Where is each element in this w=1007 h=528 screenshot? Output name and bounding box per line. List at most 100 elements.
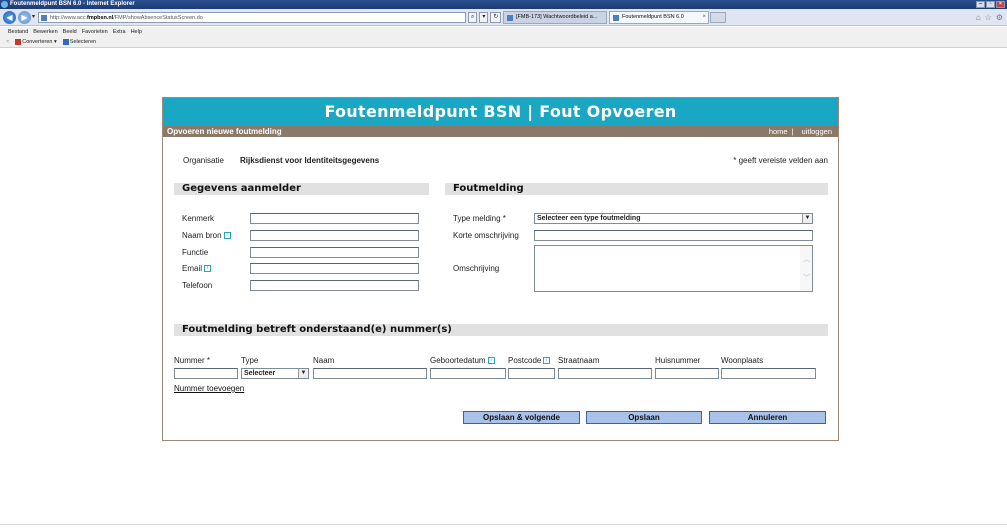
home-link[interactable]: home (769, 127, 788, 136)
address-path: /FMP/showAbsenceStatusScreen.do (113, 15, 203, 21)
command-bar: × Converteren ▾ Selecteren (0, 37, 1007, 48)
tab-favicon-icon (613, 15, 619, 21)
functie-input[interactable] (250, 247, 419, 258)
back-button[interactable]: ◀ (3, 11, 16, 24)
browser-right-icons: ⌂ ☆ ⚙ (976, 13, 1003, 22)
type-select[interactable]: Selecteer ▼ (241, 368, 309, 379)
save-button[interactable]: Opslaan (586, 411, 702, 424)
textarea-scrollbar[interactable]: ︿ ﹀ (800, 246, 812, 291)
info-icon[interactable]: i (543, 357, 551, 365)
status-divider (0, 524, 1007, 525)
add-number-link[interactable]: Nummer toevoegen (174, 384, 244, 393)
ie-icon (1, 1, 8, 8)
menu-extra[interactable]: Extra (113, 27, 126, 37)
col-huisnummer: Huisnummer (655, 356, 701, 365)
korte-omschrijving-label: Korte omschrijving (453, 231, 519, 240)
type-melding-select[interactable]: Selecteer een type foutmelding ▼ (534, 213, 813, 224)
select-button[interactable]: Selecteren (62, 37, 97, 47)
window-controls: – ▫ × (976, 1, 1005, 8)
logout-link[interactable]: uitloggen (802, 127, 832, 136)
postcode-input[interactable] (508, 368, 555, 379)
korte-omschrijving-input[interactable] (534, 230, 813, 241)
section-heading-nummers: Foutmelding betreft onderstaand(e) numme… (174, 324, 828, 336)
header-links: home | uitloggen (765, 126, 832, 137)
close-window-button[interactable]: × (996, 1, 1005, 8)
settings-gear-icon[interactable]: ⚙ (996, 13, 1003, 22)
info-icon[interactable]: i (204, 265, 212, 273)
new-tab-button[interactable] (710, 12, 726, 23)
col-woonplaats: Woonplaats (721, 356, 764, 365)
col-straatnaam: Straatnaam (558, 356, 600, 365)
window-titlebar: Foutenmeldpunt BSN 6.0 - Internet Explor… (0, 0, 1007, 9)
favorites-icon[interactable]: ☆ (985, 13, 992, 22)
chevron-down-icon: ▼ (802, 214, 812, 223)
kenmerk-label: Kenmerk (182, 214, 215, 223)
page-title: Foutenmeldpunt BSN | Fout Opvoeren (163, 98, 838, 126)
menu-bestand[interactable]: Bestand (8, 27, 28, 37)
address-prefix: http://www.acc. (50, 15, 87, 21)
scroll-down-icon[interactable]: ﹀ (803, 273, 810, 283)
menu-beeld[interactable]: Beeld (63, 27, 77, 37)
tab-label: [FMB-173] Wachtwoordbeleid a... (516, 14, 598, 20)
sub-header: Opvoeren nieuwe foutmelding home | uitlogg… (163, 126, 838, 137)
woonplaats-input[interactable] (721, 368, 816, 379)
straatnaam-input[interactable] (558, 368, 652, 379)
tab-favicon-icon (507, 15, 513, 21)
naam-bron-input[interactable] (250, 230, 419, 241)
col-postcode: Postcode i (508, 356, 551, 365)
convert-label: Converteren (22, 39, 53, 45)
save-next-button[interactable]: Opslaan & volgende (463, 411, 580, 424)
omschrijving-textarea[interactable]: ︿ ﹀ (534, 245, 813, 292)
tab-label: Foutenmeldpunt BSN 6.0 (622, 14, 684, 20)
browser-address-row: ◀ ▶ ▾ http://www.acc.fmpbsn.nl/FMP/showA… (0, 9, 1007, 26)
required-note: * geeft vereiste velden aan (733, 156, 828, 165)
geboortedatum-input[interactable] (430, 368, 506, 379)
kenmerk-input[interactable] (250, 213, 419, 224)
nav-dropdown-icon[interactable]: ▾ (32, 13, 35, 20)
section-heading-foutmelding: Foutmelding (445, 183, 828, 195)
address-bar[interactable]: http://www.acc.fmpbsn.nl/FMP/showAbsence… (38, 12, 466, 23)
refresh-icon[interactable]: ↻ (490, 12, 502, 23)
maximize-button[interactable]: ▫ (986, 1, 995, 8)
tab-foutenmeldpunt[interactable]: Foutenmeldpunt BSN 6.0 × (609, 11, 709, 24)
address-search-icon[interactable]: ⌕ (468, 12, 478, 23)
col-nummer: Nummer * (174, 356, 211, 365)
col-type: Type (241, 356, 259, 365)
organisation-label: Organisatie (183, 156, 224, 165)
menu-bar: Bestand Bewerken Beeld Favorieten Extra … (0, 27, 1007, 37)
tab-close-icon[interactable]: × (702, 12, 706, 23)
naam-input[interactable] (313, 368, 427, 379)
info-icon[interactable]: i (223, 232, 231, 240)
naam-bron-label: Naam bron i (182, 231, 231, 240)
menu-help[interactable]: Help (131, 27, 142, 37)
cancel-button[interactable]: Annuleren (709, 411, 826, 424)
organisation-value: Rijksdienst voor Identiteitsgegevens (240, 156, 380, 165)
home-icon[interactable]: ⌂ (976, 13, 981, 22)
info-icon[interactable]: i (487, 357, 495, 365)
functie-label: Functie (182, 248, 209, 257)
site-favicon-icon (41, 15, 47, 21)
menu-favorieten[interactable]: Favorieten (82, 27, 108, 37)
convert-button[interactable]: Converteren ▾ (15, 37, 57, 47)
address-domain: fmpbsn.nl (87, 15, 114, 21)
close-toolbar-icon[interactable]: × (6, 37, 9, 47)
omschrijving-label: Omschrijving (453, 264, 500, 273)
minimize-button[interactable]: – (976, 1, 985, 8)
naam-bron-label-text: Naam bron (182, 231, 222, 240)
tab-fmb-173[interactable]: [FMB-173] Wachtwoordbeleid a... (503, 11, 607, 24)
huisnummer-input[interactable] (655, 368, 719, 379)
select-label: Selecteren (69, 39, 97, 45)
address-dropdown-icon[interactable]: ▾ (479, 12, 489, 23)
window-title: Foutenmeldpunt BSN 6.0 - Internet Explor… (10, 1, 135, 7)
col-geboortedatum: Geboortedatum i (430, 356, 495, 365)
nummer-input[interactable] (174, 368, 238, 379)
chevron-down-icon: ▼ (298, 369, 308, 378)
menu-bewerken[interactable]: Bewerken (33, 27, 57, 37)
telefoon-input[interactable] (250, 280, 419, 291)
forward-button[interactable]: ▶ (18, 11, 31, 24)
email-label-text: Email (182, 264, 203, 273)
type-select-value: Selecteer (244, 370, 276, 377)
email-input[interactable] (250, 263, 419, 274)
address-tools: ⌕ ▾ ↻ (468, 12, 502, 23)
scroll-up-icon[interactable]: ︿ (803, 254, 810, 264)
